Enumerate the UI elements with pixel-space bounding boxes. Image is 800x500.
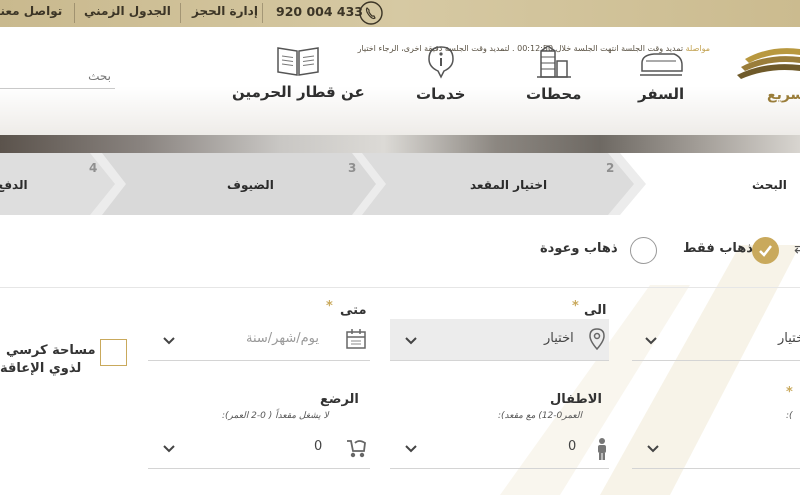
children-hint: العمر0-12) مع مقعد):: [498, 411, 583, 421]
date-placeholder: يوم/شهر/سنة: [246, 331, 319, 346]
chevron-down-icon: [163, 445, 175, 453]
adults-hint-fragment: ):: [786, 411, 793, 421]
to-label-text: الى: [584, 303, 607, 318]
to-label: *: [572, 299, 579, 314]
divider: [180, 3, 181, 23]
logo-text: سريع: [767, 87, 800, 103]
booking-steps: الدفع 4 الضيوف 3 اختيار المقعد 2 البحث: [0, 153, 800, 215]
chevron-down-icon: [645, 337, 657, 345]
step-seat-label[interactable]: اختيار المقعد: [470, 178, 547, 192]
one-way-radio[interactable]: [752, 237, 779, 264]
nav-services[interactable]: خدمات: [416, 45, 465, 103]
train-icon: [640, 53, 683, 76]
section-divider: [0, 287, 800, 288]
wheelchair-label-line2[interactable]: لذوي الإعاقة: [0, 361, 81, 376]
search-box: [0, 65, 115, 89]
logo-mark-icon: [737, 48, 800, 79]
children-select[interactable]: 0: [390, 427, 609, 469]
phone-icon: [359, 1, 383, 25]
calendar-icon: [346, 329, 366, 349]
infants-hint: لا يشغل مقعداً ( 0-2 العمر):: [222, 411, 329, 421]
session-continue-link[interactable]: مواصلة: [686, 44, 710, 53]
infants-select[interactable]: 0: [148, 427, 370, 469]
children-value: 0: [568, 439, 577, 454]
step-3-number: 3: [348, 161, 357, 175]
divider: [74, 3, 75, 23]
children-label: الاطفال: [550, 392, 602, 407]
to-select[interactable]: اختيار: [390, 319, 609, 361]
info-icon: [427, 46, 454, 79]
book-icon: [277, 47, 320, 76]
one-way-label[interactable]: ذهاب فقط: [683, 241, 753, 256]
step-2-number: 2: [606, 161, 615, 175]
when-required: *: [326, 299, 333, 314]
nav-stations[interactable]: محطات: [526, 45, 581, 103]
top-bar: تواصل معنا الجدول الزمني إدارة الحجز 920…: [0, 0, 800, 27]
manage-booking-link[interactable]: إدارة الحجز: [192, 4, 258, 18]
search-input[interactable]: [0, 65, 115, 87]
infants-label: الرضع: [320, 392, 359, 407]
round-trip-radio[interactable]: [630, 237, 657, 264]
chevron-down-icon: [163, 337, 175, 345]
main-header: مواصلة تمديد وقت الجلسة انتهت الجلسة خلا…: [0, 27, 800, 135]
logo[interactable]: سريع: [735, 45, 800, 115]
adults-select[interactable]: [632, 427, 800, 469]
when-label: متى: [340, 303, 367, 318]
nav-travel[interactable]: السفر: [638, 45, 684, 103]
session-text: تمديد وقت الجلسة انتهت الجلسة خلال 00:12…: [357, 44, 684, 53]
timetable-link[interactable]: الجدول الزمني: [84, 4, 171, 18]
to-value: اختيار: [544, 331, 574, 346]
check-icon: [759, 245, 772, 257]
adults-required: *: [786, 385, 793, 400]
steps-shapes: [0, 153, 800, 215]
nav-about[interactable]: عن قطار الحرمين: [232, 45, 365, 101]
step-guests-label[interactable]: الضيوف: [227, 178, 274, 192]
search-form: ⇄ ذهاب فقط ذهاب وعودة اختيار * الى اختيا…: [0, 215, 800, 500]
wheelchair-checkbox[interactable]: [100, 339, 127, 366]
nav-about-label: عن قطار الحرمين: [232, 83, 365, 101]
from-value: اختيار: [778, 331, 800, 346]
chevron-down-icon: [405, 337, 417, 345]
from-select[interactable]: اختيار: [632, 319, 800, 361]
phone-number[interactable]: 920 004 433: [276, 4, 363, 19]
location-pin-icon: [589, 328, 605, 350]
nav-travel-label: السفر: [638, 85, 685, 103]
round-trip-label[interactable]: ذهاب وعودة: [540, 241, 618, 256]
step-4-number: 4: [89, 161, 98, 175]
stroller-icon: [347, 440, 366, 458]
hero-photo-strip: [0, 135, 800, 153]
contact-link[interactable]: تواصل معنا: [0, 4, 62, 18]
step-search-label[interactable]: البحث: [752, 178, 787, 192]
chevron-down-icon: [405, 445, 417, 453]
child-icon: [598, 438, 606, 460]
date-input[interactable]: يوم/شهر/سنة: [148, 319, 370, 361]
nav-stations-label: محطات: [526, 85, 582, 103]
divider: [262, 3, 263, 23]
step-payment-label: الدفع: [0, 178, 28, 192]
infants-value: 0: [314, 439, 323, 454]
chevron-down-icon: [647, 445, 659, 453]
trip-icon: ⇄: [794, 241, 800, 257]
station-icon: [536, 45, 571, 78]
nav-services-label: خدمات: [416, 85, 466, 103]
wheelchair-label-line1[interactable]: مساحة كرسي: [6, 343, 96, 358]
